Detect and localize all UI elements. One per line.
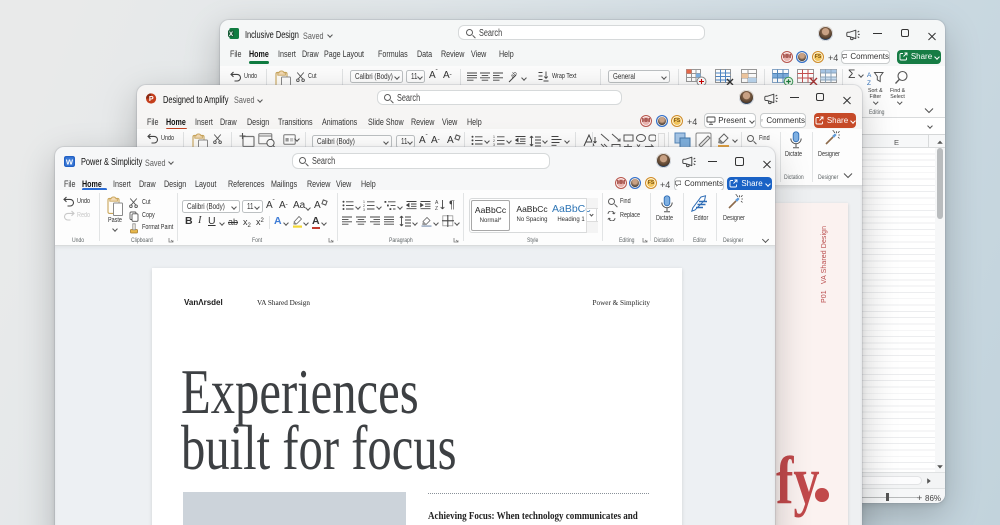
svg-text:A: A [867, 72, 872, 79]
svg-text:3: 3 [493, 143, 495, 146]
svg-text:W: W [66, 157, 74, 166]
svg-text:P: P [148, 94, 153, 103]
svg-text:Z: Z [435, 206, 438, 211]
svg-text:3: 3 [363, 208, 365, 211]
svg-text:ab: ab [510, 71, 519, 80]
svg-text:Z: Z [867, 80, 871, 86]
